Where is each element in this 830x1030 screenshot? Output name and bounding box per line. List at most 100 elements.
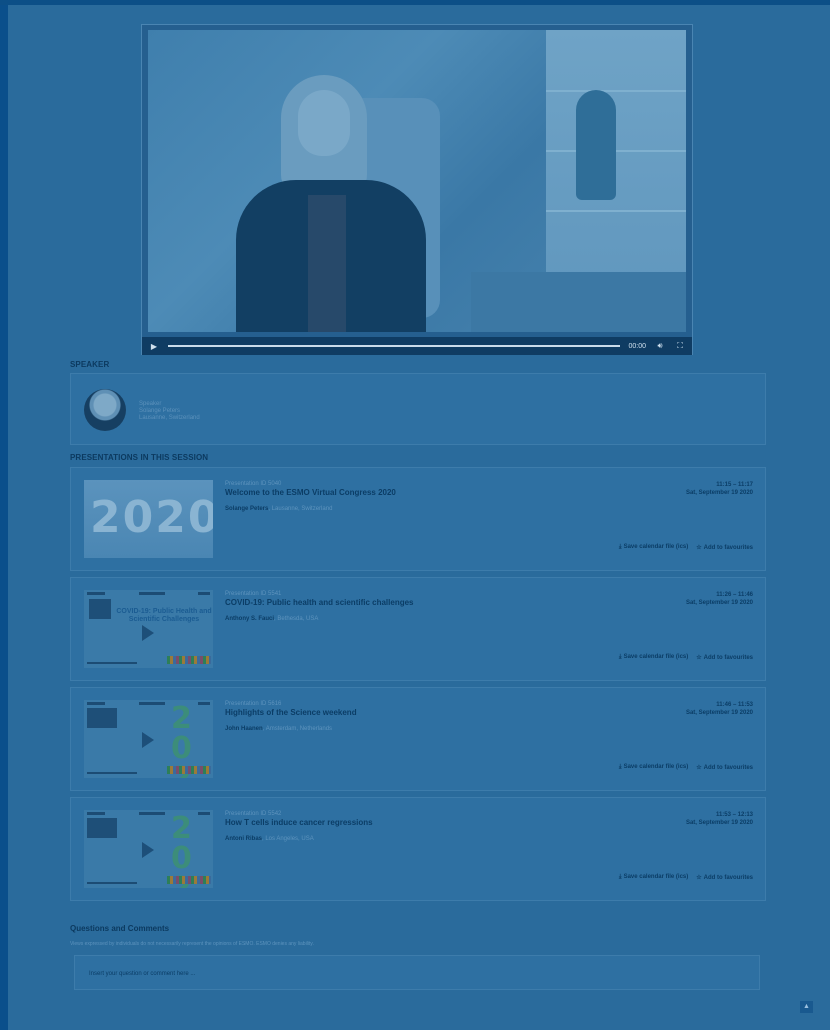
author-name[interactable]: Anthony S. Fauci bbox=[225, 616, 274, 622]
presentation-id: Presentation ID 5542 bbox=[225, 811, 282, 817]
speaker-name[interactable]: Solange Peters bbox=[139, 408, 200, 415]
download-icon: ⤓ bbox=[618, 874, 622, 880]
presentation-authors: Solange Peters, Lausanne, Switzerland bbox=[225, 506, 396, 512]
presentation-title[interactable]: COVID-19: Public health and scientific c… bbox=[225, 598, 414, 607]
speaker-card: Speaker Solange Peters Lausanne, Switzer… bbox=[70, 373, 766, 445]
slide-footer bbox=[87, 772, 137, 774]
video-plant bbox=[576, 90, 616, 200]
volume-icon[interactable]: 🔊︎ bbox=[654, 341, 666, 351]
presentation-schedule: 11:46 – 11:53 Sat, September 19 2020 bbox=[686, 701, 753, 717]
save-calendar-button[interactable]: ⤓ Save calendar file (ics) bbox=[619, 874, 688, 881]
presentation-authors: Anthony S. Fauci, Bethesda, USA bbox=[225, 616, 414, 622]
save-calendar-label: Save calendar file (ics) bbox=[623, 544, 689, 550]
slide-header bbox=[87, 592, 210, 596]
save-calendar-button[interactable]: ⤓ Save calendar file (ics) bbox=[619, 764, 688, 771]
qa-section-title: Questions and Comments bbox=[70, 924, 170, 933]
add-favourites-label: Add to favourites bbox=[703, 875, 753, 881]
presentation-date: Sat, September 19 2020 bbox=[685, 490, 753, 496]
play-icon[interactable] bbox=[142, 625, 154, 641]
save-calendar-label: Save calendar file (ics) bbox=[623, 874, 689, 880]
video-progress-bar[interactable] bbox=[168, 345, 621, 347]
video-frame-image[interactable] bbox=[148, 30, 686, 332]
presentation-thumbnail[interactable]: 2020 bbox=[84, 700, 213, 778]
thumbnail-2020-text: 2020 bbox=[90, 492, 213, 543]
presentation-title[interactable]: Highlights of the Science weekend bbox=[225, 708, 357, 717]
presentation-meta: Presentation ID 5616 Highlights of the S… bbox=[225, 701, 357, 732]
slide-footer bbox=[87, 882, 137, 884]
add-favourites-label: Add to favourites bbox=[703, 545, 753, 551]
star-icon: ☆ bbox=[696, 765, 702, 771]
video-time: 00:00 bbox=[628, 342, 646, 350]
play-icon[interactable]: ▶ bbox=[148, 342, 160, 351]
presentation-authors: Antoni Ribas, Los Angeles, USA bbox=[225, 836, 373, 842]
window-blind-line bbox=[546, 150, 686, 152]
add-favourites-label: Add to favourites bbox=[703, 765, 753, 771]
author-name[interactable]: John Haanen bbox=[225, 726, 263, 732]
speaker-role: Speaker bbox=[139, 401, 162, 407]
window-blind-line bbox=[546, 210, 686, 212]
presentation-schedule: 11:53 – 12:13 Sat, September 19 2020 bbox=[686, 811, 753, 827]
left-edge-bar bbox=[0, 5, 8, 1030]
slide-footer bbox=[87, 662, 137, 664]
presentation-date: Sat, September 19 2020 bbox=[685, 710, 753, 716]
avatar bbox=[84, 389, 126, 431]
add-favourites-button[interactable]: ☆ Add to favourites bbox=[696, 764, 753, 771]
speaker-info: Speaker Solange Peters Lausanne, Switzer… bbox=[139, 401, 200, 422]
add-favourites-button[interactable]: ☆ Add to favourites bbox=[696, 654, 753, 661]
presentation-id: Presentation ID 5616 bbox=[225, 701, 282, 707]
presentations-section-title: PRESENTATIONS IN THIS SESSION bbox=[70, 453, 209, 462]
presentation-actions: ⤓ Save calendar file (ics) ☆ Add to favour… bbox=[619, 764, 753, 771]
presentation-meta: Presentation ID 5541 COVID-19: Public he… bbox=[225, 591, 414, 622]
speaker-top bbox=[308, 195, 346, 332]
presentation-time: 11:46 – 11:53 bbox=[716, 702, 753, 708]
presentation-id: Presentation ID 5040 bbox=[225, 481, 282, 487]
presentation-title[interactable]: How T cells induce cancer regressions bbox=[225, 818, 373, 827]
star-icon: ☆ bbox=[696, 655, 702, 661]
speaker-location: Lausanne, Switzerland bbox=[139, 415, 200, 421]
author-location: , Amsterdam, Netherlands bbox=[262, 726, 333, 732]
slide-decoration bbox=[167, 876, 211, 884]
window-blind-line bbox=[546, 90, 686, 92]
presentation-thumbnail[interactable]: 2020 bbox=[84, 480, 213, 558]
presentation-meta: Presentation ID 5542 How T cells induce … bbox=[225, 811, 373, 842]
presentation-time: 11:53 – 12:13 bbox=[715, 812, 753, 818]
presentation-thumbnail[interactable]: COVID-19: Public Health and Scientific C… bbox=[84, 590, 213, 668]
presentation-date: Sat, September 19 2020 bbox=[685, 820, 753, 826]
save-calendar-button[interactable]: ⤓ Save calendar file (ics) bbox=[619, 654, 688, 661]
presentation-title[interactable]: Welcome to the ESMO Virtual Congress 202… bbox=[225, 488, 396, 497]
presentation-id: Presentation ID 5541 bbox=[225, 591, 282, 597]
save-calendar-button[interactable]: ⤓ Save calendar file (ics) bbox=[619, 544, 688, 551]
author-location: , Lausanne, Switzerland bbox=[268, 506, 333, 512]
play-icon[interactable] bbox=[142, 842, 154, 858]
author-location: , Los Angeles, USA bbox=[262, 836, 314, 842]
save-calendar-label: Save calendar file (ics) bbox=[623, 764, 689, 770]
slide-speaker-photo bbox=[87, 708, 117, 728]
play-icon[interactable] bbox=[142, 732, 154, 748]
video-controls: ▶ 00:00 🔊︎ ⛶ bbox=[142, 337, 692, 355]
presentation-time: 11:26 – 11:46 bbox=[716, 592, 753, 598]
presentation-date: Sat, September 19 2020 bbox=[685, 600, 753, 606]
fullscreen-icon[interactable]: ⛶ bbox=[674, 341, 686, 351]
download-icon: ⤓ bbox=[618, 544, 622, 550]
author-name[interactable]: Antoni Ribas bbox=[225, 836, 262, 842]
slide-speaker-photo bbox=[89, 599, 111, 619]
question-input[interactable]: Insert your question or comment here ... bbox=[74, 955, 760, 990]
speaker-section-title: SPEAKER bbox=[70, 360, 110, 369]
add-favourites-button[interactable]: ☆ Add to favourites bbox=[696, 874, 753, 881]
save-calendar-label: Save calendar file (ics) bbox=[623, 654, 689, 660]
presentation-schedule: 11:26 – 11:46 Sat, September 19 2020 bbox=[686, 591, 753, 607]
qa-disclaimer: Views expressed by individuals do not ne… bbox=[70, 941, 314, 947]
author-name[interactable]: Solange Peters bbox=[225, 506, 268, 512]
add-favourites-button[interactable]: ☆ Add to favourites bbox=[696, 544, 753, 551]
video-player[interactable]: ▶ 00:00 🔊︎ ⛶ bbox=[141, 24, 693, 355]
arrow-up-icon[interactable]: ▲ bbox=[800, 1001, 813, 1013]
author-location: , Bethesda, USA bbox=[274, 616, 319, 622]
presentation-card: 2020 Presentation ID 5616 Highlights of … bbox=[70, 687, 766, 791]
presentation-actions: ⤓ Save calendar file (ics) ☆ Add to favour… bbox=[619, 654, 753, 661]
presentation-thumbnail[interactable]: 2020 bbox=[84, 810, 213, 888]
presentation-card: 2020 Presentation ID 5040 Welcome to the… bbox=[70, 467, 766, 571]
presentation-actions: ⤓ Save calendar file (ics) ☆ Add to favour… bbox=[619, 544, 753, 551]
presentation-card: COVID-19: Public Health and Scientific C… bbox=[70, 577, 766, 681]
speaker-face bbox=[298, 90, 350, 156]
page-content: ▶ 00:00 🔊︎ ⛶ SPEAKER Speaker Solange Pet… bbox=[8, 5, 830, 1030]
